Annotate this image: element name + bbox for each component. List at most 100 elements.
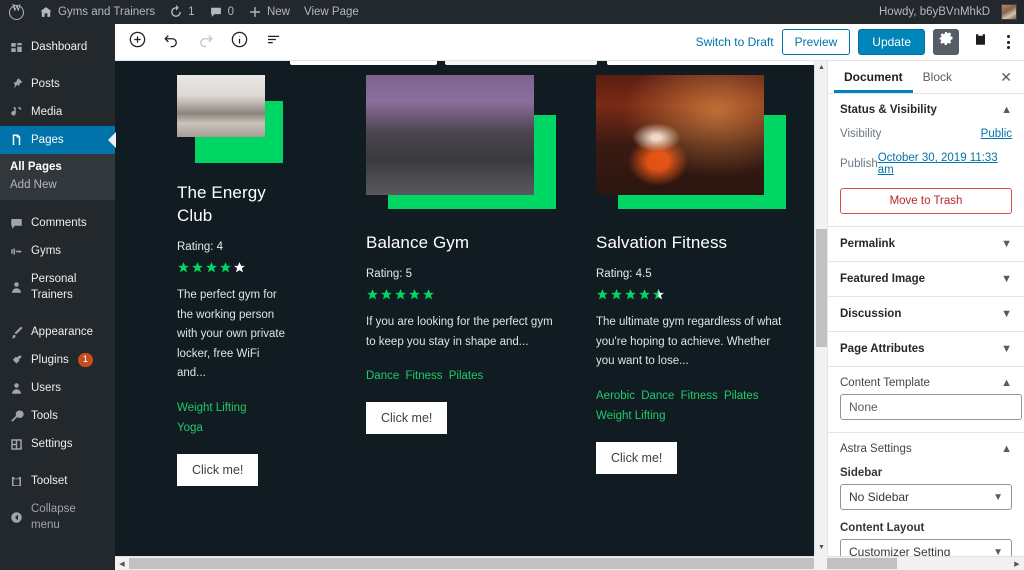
publish-date-button[interactable]: October 30, 2019 11:33 am: [878, 152, 1012, 176]
move-to-trash-button[interactable]: Move to Trash: [840, 188, 1012, 214]
comments-link[interactable]: 0: [202, 0, 241, 24]
sidebar-item-collapse-menu[interactable]: Collapse menu: [0, 495, 115, 539]
panel-permalink[interactable]: Permalink ▼: [828, 227, 1024, 262]
sidebar-item-appearance[interactable]: Appearance: [0, 318, 115, 346]
sidebar-item-users[interactable]: Users: [0, 374, 115, 402]
undo-button[interactable]: [155, 26, 187, 58]
panel-header[interactable]: Status & Visibility ▲: [840, 104, 1012, 116]
account-menu[interactable]: Howdy, b6yBVnMhkD: [872, 0, 1024, 24]
scroll-left-arrow-icon[interactable]: ◀: [115, 557, 129, 570]
panel-header[interactable]: Astra Settings ▲: [840, 443, 1012, 455]
sidebar-item-gyms[interactable]: Gyms: [0, 237, 115, 265]
updates-link[interactable]: 1: [162, 0, 201, 24]
editor-content-canvas[interactable]: The Energy Club Rating: 4 The perfect gy…: [115, 61, 814, 553]
tab-document[interactable]: Document: [834, 61, 913, 93]
content-info-button[interactable]: [223, 26, 255, 58]
sidebar-item-label: Toolset: [31, 473, 67, 489]
new-label: New: [267, 6, 290, 18]
gym-excerpt: The perfect gym for the working person w…: [177, 286, 287, 384]
scroll-up-arrow-icon[interactable]: ▲: [815, 61, 828, 74]
editor-header-toolbar: Switch to Draft Preview Update: [115, 24, 1024, 61]
term-link[interactable]: Fitness: [681, 390, 718, 402]
submenu-item-add-new[interactable]: Add New: [0, 176, 115, 194]
click-me-button[interactable]: Click me!: [366, 402, 447, 434]
new-content-link[interactable]: New: [241, 0, 297, 24]
star-icon: [422, 288, 435, 301]
term-link[interactable]: Pilates: [724, 390, 759, 402]
wordpress-logo-button[interactable]: [0, 0, 32, 24]
gym-title: The Energy Club: [177, 181, 287, 227]
update-button[interactable]: Update: [858, 29, 925, 55]
term-link[interactable]: Yoga: [177, 422, 203, 434]
block-navigation-button[interactable]: [257, 26, 289, 58]
content-template-input[interactable]: None: [840, 394, 1022, 420]
term-link[interactable]: Pilates: [449, 370, 484, 382]
tab-block[interactable]: Block: [913, 61, 962, 93]
term-link[interactable]: Dance: [641, 390, 674, 402]
more-options-button[interactable]: [1001, 35, 1016, 49]
sidebar-item-posts[interactable]: Posts: [0, 70, 115, 98]
settings-tabs: Document Block ✕: [828, 61, 1024, 94]
settings-toggle-button[interactable]: [933, 29, 959, 55]
pin-icon: [9, 77, 24, 92]
term-link[interactable]: Dance: [366, 370, 399, 382]
chevron-down-icon: ▼: [1001, 274, 1012, 285]
sidebar-item-media[interactable]: Media: [0, 98, 115, 126]
page-horizontal-scrollbar[interactable]: ◀ ▶: [115, 556, 1024, 570]
site-name-link[interactable]: Gyms and Trainers: [32, 0, 162, 24]
gym-card[interactable]: Salvation Fitness Rating: 4.5 The ultima…: [596, 75, 786, 486]
admin-sidebar-menu: Dashboard Posts Media Pages All Pages Ad…: [0, 24, 115, 570]
user-icon: [9, 280, 24, 295]
comment-bubble-icon: [209, 5, 223, 19]
submenu-item-all-pages[interactable]: All Pages: [0, 158, 115, 176]
panel-featured-image[interactable]: Featured Image ▼: [828, 262, 1024, 297]
gym-photo: [596, 75, 764, 195]
sidebar-item-toolset[interactable]: Toolset: [0, 467, 115, 495]
panel-header[interactable]: Content Template ▲: [840, 377, 1012, 389]
sidebar-item-pages[interactable]: Pages: [0, 126, 115, 154]
gym-terms: Aerobic Dance Fitness Pilates Weight Lif…: [596, 386, 786, 426]
term-link[interactable]: Weight Lifting: [596, 410, 665, 422]
panel-discussion[interactable]: Discussion ▼: [828, 297, 1024, 332]
sidebar-item-personal-trainers[interactable]: Personal Trainers: [0, 265, 115, 309]
sidebar-item-dashboard[interactable]: Dashboard: [0, 33, 115, 61]
gym-card[interactable]: Balance Gym Rating: 5 If you are looking…: [366, 75, 556, 486]
menu-spacer: [0, 309, 115, 318]
switch-to-draft-button[interactable]: Switch to Draft: [696, 35, 774, 49]
term-link[interactable]: Aerobic: [596, 390, 635, 402]
redo-button[interactable]: [189, 26, 221, 58]
scroll-right-arrow-icon[interactable]: ▶: [1010, 557, 1024, 570]
panel-page-attributes[interactable]: Page Attributes ▼: [828, 332, 1024, 367]
add-block-button[interactable]: [121, 26, 153, 58]
sidebar-item-plugins[interactable]: Plugins 1: [0, 346, 115, 374]
vertical-scrollbar-thumb[interactable]: [816, 229, 827, 347]
horizontal-scrollbar-thumb[interactable]: [129, 558, 897, 569]
sidebar-item-label: Comments: [31, 215, 87, 231]
preview-button[interactable]: Preview: [782, 29, 851, 55]
term-link[interactable]: Weight Lifting: [177, 402, 246, 414]
close-icon[interactable]: ✕: [994, 69, 1018, 86]
scroll-down-arrow-icon[interactable]: ▼: [815, 541, 828, 554]
chevron-up-icon: ▲: [1001, 105, 1012, 116]
dashboard-icon: [9, 40, 24, 55]
admin-bar: Gyms and Trainers 1 0 New View Page Howd…: [0, 0, 1024, 24]
panel-title: Permalink: [840, 238, 895, 250]
gym-card[interactable]: The Energy Club Rating: 4 The perfect gy…: [177, 75, 287, 486]
click-me-button[interactable]: Click me!: [596, 442, 677, 474]
sidebar-select[interactable]: No Sidebar ▼: [840, 484, 1012, 510]
ellipsis-vertical-icon: [1007, 41, 1010, 44]
sidebar-item-tools[interactable]: Tools: [0, 402, 115, 430]
star-icon: [408, 288, 421, 301]
click-me-button[interactable]: Click me!: [177, 454, 258, 486]
term-link[interactable]: Fitness: [405, 370, 442, 382]
canvas-vertical-scrollbar[interactable]: ▲ ▼: [814, 61, 827, 554]
view-page-link[interactable]: View Page: [297, 0, 366, 24]
visibility-value-button[interactable]: Public: [981, 128, 1012, 140]
media-icon: [9, 105, 24, 120]
scrollbar-corner: [814, 554, 827, 570]
sidebar-item-comments[interactable]: Comments: [0, 209, 115, 237]
toolset-button[interactable]: [967, 29, 993, 55]
panel-title: Status & Visibility: [840, 104, 937, 116]
gym-title: Balance Gym: [366, 231, 556, 254]
sidebar-item-settings[interactable]: Settings: [0, 430, 115, 458]
